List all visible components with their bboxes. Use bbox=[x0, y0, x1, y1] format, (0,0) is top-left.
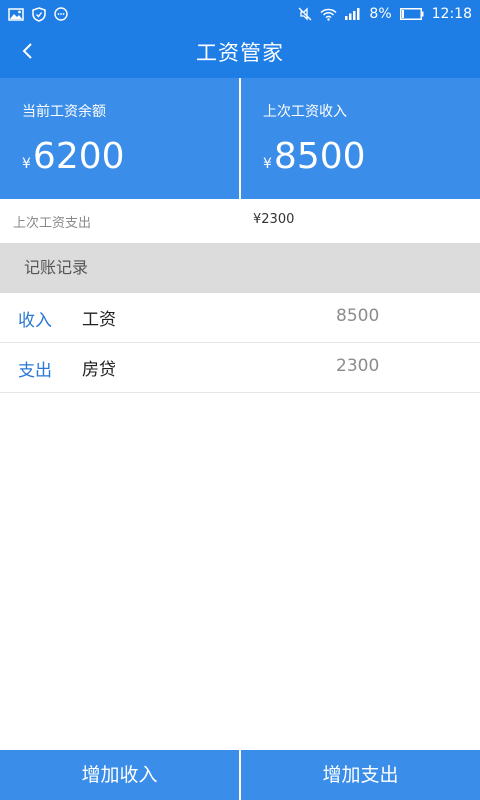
summary-panel: 当前工资余额 ¥ 6200 上次工资收入 ¥ 8500 bbox=[0, 78, 480, 199]
signal-icon bbox=[345, 8, 361, 20]
balance-value: 6200 bbox=[32, 136, 125, 177]
status-right: 8% 12:18 bbox=[298, 6, 472, 22]
balance-amount: ¥ 6200 bbox=[22, 136, 125, 177]
status-bar: 8% 12:18 bbox=[0, 0, 480, 28]
record-type: 支出 bbox=[18, 361, 52, 381]
image-icon bbox=[8, 7, 24, 21]
record-amount: 8500 bbox=[336, 306, 380, 326]
back-button[interactable] bbox=[12, 37, 44, 69]
record-name: 房贷 bbox=[82, 360, 116, 380]
balance-label: 当前工资余额 bbox=[22, 104, 106, 120]
record-amount: 2300 bbox=[336, 356, 380, 376]
bottom-action-bar: 增加收入 增加支出 bbox=[0, 750, 480, 800]
last-expense-row: 上次工资支出 ¥2300 bbox=[0, 199, 480, 243]
record-type: 收入 bbox=[18, 311, 52, 331]
records-section-header: 记账记录 bbox=[0, 243, 480, 293]
record-row[interactable]: 支出 房贷 2300 bbox=[0, 343, 480, 393]
currency-symbol: ¥ bbox=[263, 156, 272, 172]
currency-symbol: ¥ bbox=[22, 156, 31, 172]
add-income-button[interactable]: 增加收入 bbox=[0, 750, 239, 800]
message-icon bbox=[54, 7, 68, 21]
battery-percent: 8% bbox=[369, 6, 392, 22]
battery-icon bbox=[399, 8, 424, 20]
app-bar: 工资管家 bbox=[0, 28, 480, 78]
page-title: 工资管家 bbox=[196, 41, 284, 65]
last-income-label: 上次工资收入 bbox=[263, 104, 347, 120]
shield-icon bbox=[32, 6, 46, 22]
balance-card: 当前工资余额 ¥ 6200 bbox=[0, 78, 239, 199]
last-expense-label: 上次工资支出 bbox=[13, 216, 92, 231]
status-left bbox=[8, 6, 68, 22]
clock: 12:18 bbox=[431, 6, 472, 22]
last-income-amount: ¥ 8500 bbox=[263, 136, 366, 177]
wifi-icon bbox=[320, 8, 337, 21]
record-name: 工资 bbox=[82, 310, 116, 330]
records-list: 收入 工资 8500 支出 房贷 2300 bbox=[0, 293, 480, 393]
last-income-value: 8500 bbox=[273, 136, 366, 177]
add-expense-button[interactable]: 增加支出 bbox=[239, 750, 480, 800]
record-row[interactable]: 收入 工资 8500 bbox=[0, 293, 480, 343]
mute-icon bbox=[298, 7, 312, 21]
last-income-card: 上次工资收入 ¥ 8500 bbox=[239, 78, 480, 199]
chevron-left-icon bbox=[21, 41, 35, 65]
last-expense-value: ¥2300 bbox=[253, 212, 295, 227]
